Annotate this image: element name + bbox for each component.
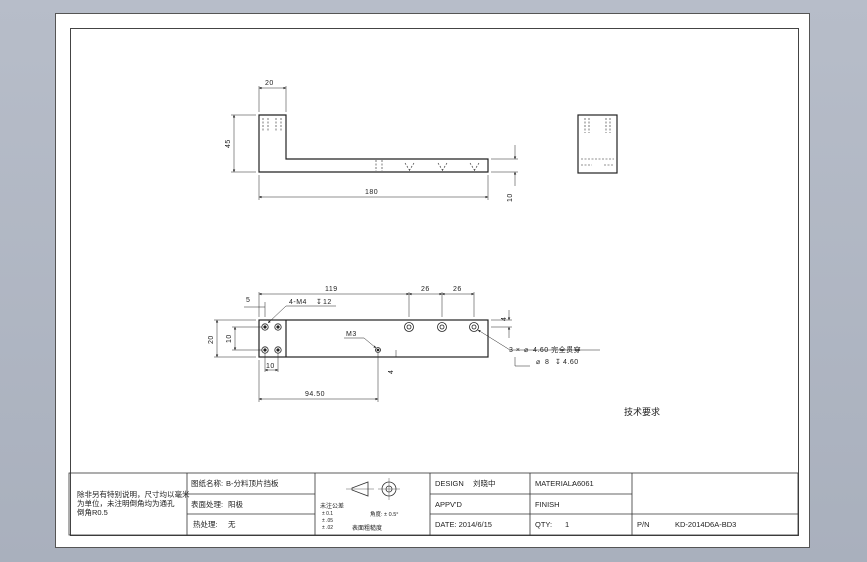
- date-label: DATE: 2014/6/15: [435, 520, 492, 529]
- dim-10-vertical: 10: [226, 334, 233, 343]
- tech-requirements-title: 技术要求: [624, 406, 660, 417]
- dim-45: 45: [225, 139, 232, 148]
- dim-4-right: 4: [501, 317, 508, 321]
- dim-26-a: 26: [421, 286, 430, 293]
- dim-180: 180: [365, 189, 378, 196]
- heat-label: 热处理:: [193, 519, 218, 529]
- diameter-symbol-1: ⌀: [524, 347, 529, 354]
- cad-drawing-window: 20 45 180 10 5 119 26 26 4-M4 ↧ 12 20 10…: [0, 0, 867, 562]
- callout-m4-depth-symbol: ↧: [316, 298, 322, 306]
- top-view-outline: [258, 319, 489, 358]
- cbore-depth-symbol: ↧: [555, 358, 561, 366]
- callout-m3: M3: [346, 331, 357, 338]
- part-name-label: 图纸名称:: [191, 478, 223, 488]
- dim-119: 119: [325, 286, 338, 293]
- dim-10-horizontal: 10: [266, 363, 275, 370]
- design-label: DESIGN: [435, 479, 464, 488]
- angle-tolerance: 角度: ± 0.5°: [370, 510, 398, 518]
- callout-4-m4: 4-M4: [289, 299, 307, 306]
- dim-4-m3: 4: [388, 370, 395, 374]
- dim-20: 20: [265, 80, 274, 87]
- tolerance-1: ± 0.1: [322, 511, 333, 517]
- title-note-line1: 除非另有特别说明，尺寸均以毫米: [77, 489, 190, 499]
- tolerance-title: 未注公差: [320, 502, 344, 510]
- callout-m4-depth: 12: [323, 299, 332, 306]
- dim-94-50: 94.50: [305, 391, 325, 398]
- material-value: A6061: [572, 479, 594, 488]
- pn-label: P/N: [637, 520, 650, 529]
- technical-drawing: 20 45 180 10 5 119 26 26 4-M4 ↧ 12 20 10…: [68, 80, 799, 536]
- qty-value: 1: [565, 520, 569, 529]
- diameter-symbol-2: ⌀: [536, 359, 541, 366]
- surface-label: 表面处理:: [191, 499, 223, 509]
- part-name-value: B-分料顶片挡板: [226, 478, 279, 488]
- side-view-outline: [577, 114, 618, 174]
- roughness-label: 表面粗糙度: [352, 524, 382, 532]
- finish-label: FINISH: [535, 500, 560, 509]
- dim-26-b: 26: [453, 286, 462, 293]
- surface-value: 阳极: [228, 499, 243, 509]
- design-value: 刘晓中: [473, 478, 496, 488]
- approved-label: APPV'D: [435, 500, 462, 509]
- tolerance-3: ± .02: [322, 525, 333, 531]
- material-label: MATERIAL:: [535, 479, 574, 488]
- side-view: [577, 114, 618, 174]
- tolerance-2: ± .05: [322, 518, 333, 524]
- callout-cbore-depth: 4.60: [563, 359, 579, 366]
- dim-20-width: 20: [208, 335, 215, 344]
- callout-hole-count: 3 ×: [509, 347, 520, 354]
- title-note-line3: 倒角R0.5: [77, 507, 108, 517]
- dim-5: 5: [246, 297, 250, 304]
- pn-value: KD-2014D6A-BD3: [675, 520, 736, 529]
- qty-label: QTY:: [535, 520, 552, 529]
- title-note-line2: 为单位，未注明倒角均为通孔: [77, 498, 175, 508]
- callout-cbore-dia: 8: [545, 359, 549, 366]
- front-view: [231, 86, 518, 200]
- callout-hole-dia: 4.60 完全贯穿: [533, 345, 581, 354]
- heat-value: 无: [228, 520, 236, 529]
- dim-10-thickness: 10: [507, 193, 514, 202]
- front-view-outline: [258, 114, 489, 173]
